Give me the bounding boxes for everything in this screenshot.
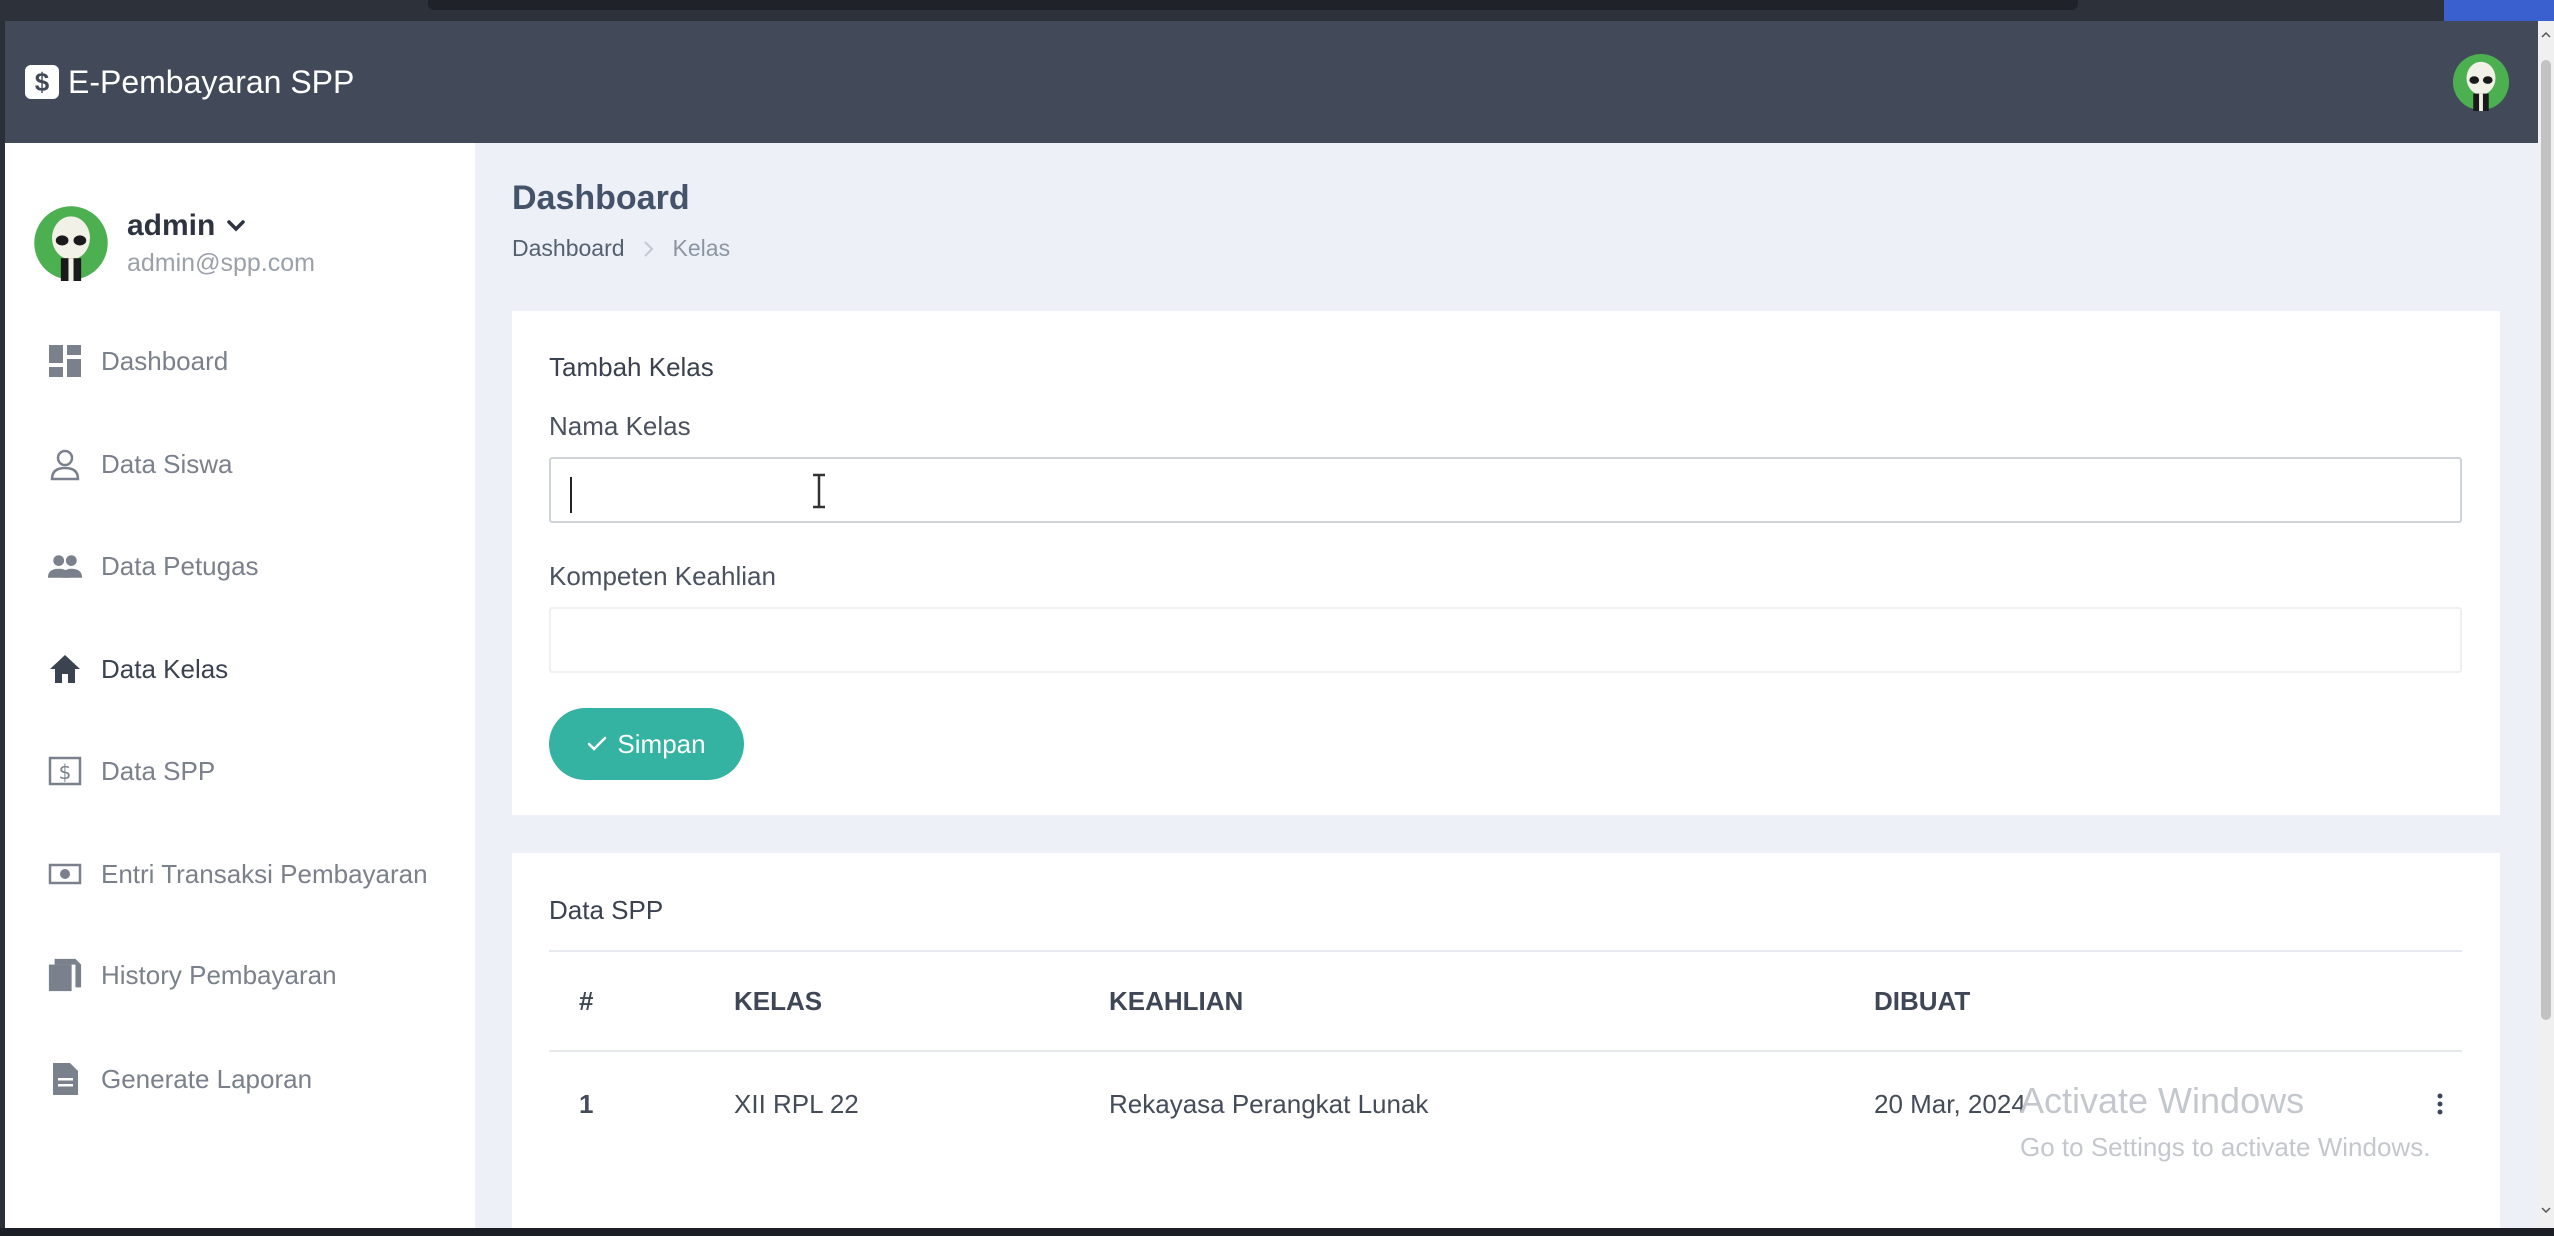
dashboard-icon (49, 345, 81, 377)
header-kelas: KELAS (734, 985, 823, 1016)
header-dibuat: DIBUAT (1874, 985, 1971, 1016)
browser-tab-strip (428, 0, 2078, 10)
window-top-strip (0, 0, 2554, 28)
documents-icon (48, 958, 82, 992)
cell-dibuat: 20 Mar, 2024 (1874, 1088, 2026, 1119)
main-content: Dashboard Dashboard Kelas Tambah Kelas N… (475, 143, 2538, 1228)
sidebar-item-history-pembayaran[interactable]: History Pembayaran (47, 951, 337, 999)
more-options-icon[interactable] (2437, 1092, 2443, 1116)
kompeten-keahlian-input[interactable] (549, 607, 2462, 673)
breadcrumb-item-kelas: Kelas (672, 235, 731, 261)
scrollbar-thumb[interactable] (2541, 60, 2551, 1020)
user-avatar-icon (34, 206, 108, 281)
watermark-subtitle: Go to Settings to activate Windows. (2020, 1132, 2431, 1162)
sidebar-item-label: Data SPP (101, 755, 216, 786)
sidebar-item-label: History Pembayaran (101, 959, 337, 990)
home-icon (50, 655, 80, 683)
scroll-up-icon[interactable] (2541, 30, 2551, 40)
sidebar-item-label: Data Kelas (101, 653, 229, 684)
money-icon (48, 863, 82, 885)
page-title: Dashboard (512, 179, 690, 217)
add-class-card: Tambah Kelas Nama Kelas Kompeten Keahlia… (512, 311, 2500, 815)
sidebar-item-label: Dashboard (101, 345, 229, 376)
cell-number: 1 (579, 1088, 594, 1119)
nama-kelas-input[interactable] (549, 457, 2462, 523)
cell-keahlian: Rekayasa Perangkat Lunak (1109, 1088, 1429, 1119)
header-number: # (579, 985, 594, 1016)
alien-avatar-icon[interactable] (2452, 53, 2510, 111)
sidebar-item-data-petugas[interactable]: Data Petugas (47, 542, 259, 590)
kompeten-keahlian-label: Kompeten Keahlian (549, 561, 776, 591)
sidebar-item-entri-transaksi[interactable]: Entri Transaksi Pembayaran (47, 850, 428, 898)
scroll-down-icon[interactable] (2541, 1205, 2551, 1215)
watermark-title: Activate Windows (2020, 1080, 2305, 1121)
breadcrumb: Dashboard Kelas (512, 235, 730, 262)
file-icon (53, 1063, 78, 1095)
table-title: Data SPP (549, 895, 664, 925)
check-icon (588, 736, 607, 751)
sidebar-item-label: Entri Transaksi Pembayaran (101, 858, 428, 889)
sidebar-item-data-siswa[interactable]: Data Siswa (47, 440, 233, 488)
sidebar-item-label: Generate Laporan (101, 1063, 313, 1094)
dollar-logo-icon: $ (25, 65, 59, 99)
class-table-card: Data SPP # KELAS KEAHLIAN DIBUAT 1 XII R… (512, 853, 2500, 1228)
save-button-label: Simpan (617, 728, 706, 759)
sidebar-item-data-spp[interactable]: $ Data SPP (47, 747, 215, 795)
breadcrumb-item-dashboard[interactable]: Dashboard (512, 235, 625, 262)
sidebar-item-label: Data Petugas (101, 550, 259, 581)
user-profile[interactable]: admin admin@spp.com (33, 205, 315, 281)
user-name-dropdown[interactable]: admin (127, 209, 315, 243)
dollar-icon: $ (48, 756, 82, 786)
table-header-row: # KELAS KEAHLIAN DIBUAT (549, 950, 2462, 1052)
sidebar-item-label: Data Siswa (101, 448, 233, 479)
sidebar-item-generate-laporan[interactable]: Generate Laporan (47, 1055, 312, 1103)
users-icon (47, 555, 83, 578)
text-cursor-icon (813, 473, 825, 509)
chevron-down-icon (227, 219, 246, 231)
svg-text:$: $ (59, 760, 72, 784)
user-name: admin (127, 208, 216, 242)
sidebar-item-dashboard[interactable]: Dashboard (47, 337, 228, 385)
cell-kelas: XII RPL 22 (734, 1088, 859, 1119)
sidebar-item-data-kelas[interactable]: Data Kelas (47, 645, 228, 693)
text-caret (570, 477, 572, 513)
top-navbar: $ E-Pembayaran SPP (5, 21, 2538, 143)
chevron-right-icon (643, 240, 653, 257)
user-icon (50, 449, 80, 481)
brand[interactable]: $ E-Pembayaran SPP (25, 64, 354, 101)
save-button[interactable]: Simpan (549, 708, 744, 780)
user-email: admin@spp.com (127, 248, 315, 277)
os-taskbar (0, 1228, 2554, 1236)
form-title: Tambah Kelas (549, 352, 714, 382)
windows-activation-watermark: Activate Windows Go to Settings to activ… (2020, 1080, 2430, 1163)
header-keahlian: KEAHLIAN (1109, 985, 1244, 1016)
brand-title: E-Pembayaran SPP (68, 63, 355, 100)
sidebar: admin admin@spp.com Dashboard Data Siswa… (5, 143, 475, 1228)
nama-kelas-label: Nama Kelas (549, 411, 691, 441)
